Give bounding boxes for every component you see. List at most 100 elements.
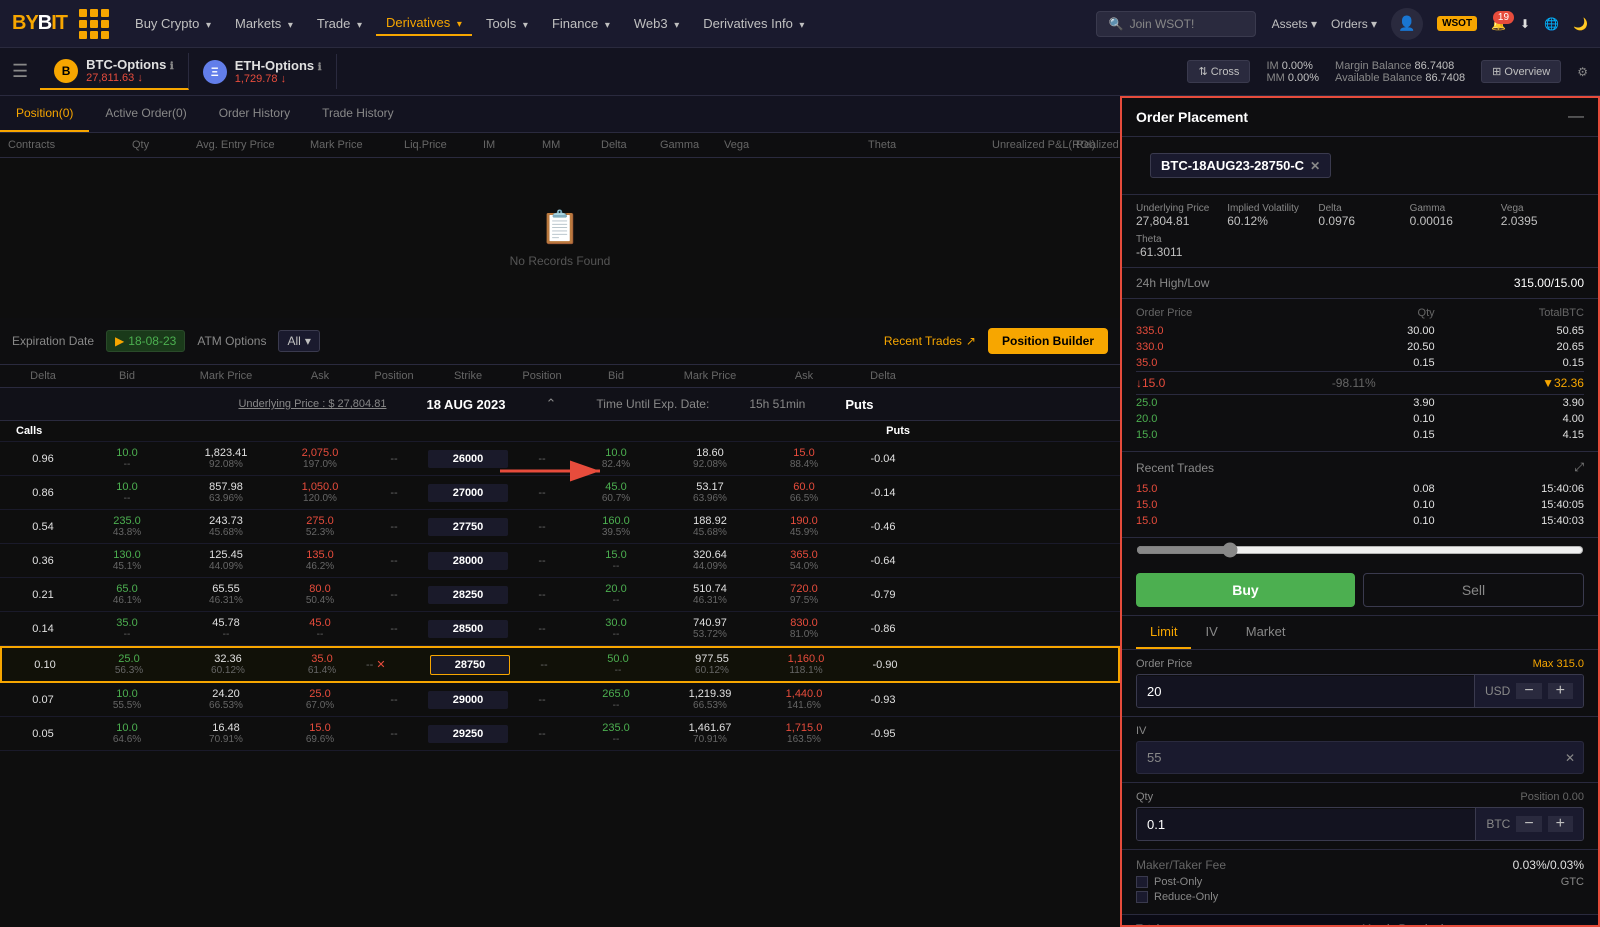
ob-pct: -98.11% bbox=[1332, 376, 1376, 390]
table-row[interactable]: 0.14 35.0-- 45.78-- 45.0-- -- 28500 -- 3… bbox=[0, 612, 1120, 646]
header-ask-calls: Ask bbox=[280, 370, 360, 382]
nav-derivatives-info[interactable]: Derivatives Info ▾ bbox=[693, 12, 814, 35]
download-icon[interactable]: ⬇ bbox=[1520, 17, 1530, 31]
nav-tools[interactable]: Tools ▾ bbox=[476, 12, 538, 35]
qty-decrement[interactable]: − bbox=[1516, 816, 1541, 832]
close-instrument-icon[interactable]: ✕ bbox=[1310, 159, 1320, 173]
order-panel-minimize[interactable]: — bbox=[1568, 108, 1584, 126]
header-markprice-calls: Mark Price bbox=[176, 370, 276, 382]
order-price-increment[interactable]: + bbox=[1548, 683, 1573, 699]
expiry-date-selector[interactable]: ▶ 18-08-23 bbox=[106, 330, 185, 352]
pos-c: -- bbox=[364, 589, 424, 601]
tab-position[interactable]: Position(0) bbox=[0, 96, 89, 132]
strike[interactable]: 28000 bbox=[428, 552, 508, 570]
expiry-banner: Underlying Price : $ 27,804.81 18 AUG 20… bbox=[0, 388, 1120, 421]
hamburger-icon[interactable]: ☰ bbox=[12, 61, 28, 82]
qty-input[interactable] bbox=[1137, 809, 1475, 840]
eth-options-name: ETH-Options ℹ bbox=[235, 58, 322, 73]
recent-trades-header: Recent Trades ⤢ bbox=[1136, 460, 1584, 475]
nav-markets[interactable]: Markets ▾ bbox=[225, 12, 303, 35]
nav-trade[interactable]: Trade ▾ bbox=[307, 12, 372, 35]
external-link-icon: ↗ bbox=[966, 334, 976, 348]
header-delta-calls: Delta bbox=[8, 370, 78, 382]
recent-trades-link[interactable]: Recent Trades ↗ bbox=[884, 334, 976, 348]
strike[interactable]: 27750 bbox=[428, 518, 508, 536]
strike-highlighted[interactable]: 28750 bbox=[430, 655, 510, 675]
tab-trade-history[interactable]: Trade History bbox=[306, 96, 410, 132]
logo: BYBIT bbox=[12, 12, 67, 35]
nav-orders[interactable]: Orders ▾ bbox=[1331, 17, 1377, 31]
strike[interactable]: 28500 bbox=[428, 620, 508, 638]
table-row[interactable]: 0.07 10.055.5% 24.2066.53% 25.067.0% -- … bbox=[0, 683, 1120, 717]
order-price-input[interactable] bbox=[1137, 676, 1474, 707]
buy-button[interactable]: Buy bbox=[1136, 573, 1355, 607]
col-realized-pl: Realized P&L bbox=[1076, 139, 1120, 151]
table-row[interactable]: 0.21 65.046.1% 65.5546.31% 80.050.4% -- … bbox=[0, 578, 1120, 612]
bid-c: 10.064.6% bbox=[82, 722, 172, 745]
iv-close-icon[interactable]: ✕ bbox=[1557, 743, 1583, 773]
underlying-price-value: $ 27,804.81 bbox=[328, 398, 386, 410]
expand-icon[interactable]: ⌃ bbox=[545, 396, 556, 412]
strike[interactable]: 27000 bbox=[428, 484, 508, 502]
reduce-only-checkbox[interactable] bbox=[1136, 891, 1148, 903]
strike[interactable]: 28250 bbox=[428, 586, 508, 604]
tab-order-history[interactable]: Order History bbox=[203, 96, 306, 132]
ob-price-up: ▼32.36 bbox=[1542, 376, 1584, 390]
eth-info-icon[interactable]: ℹ bbox=[318, 62, 322, 73]
price-slider[interactable] bbox=[1136, 542, 1584, 558]
recent-trades-expand-icon[interactable]: ⤢ bbox=[1574, 460, 1584, 475]
search-bar[interactable]: 🔍 Join WSOT! bbox=[1096, 11, 1256, 37]
post-only-checkbox[interactable] bbox=[1136, 876, 1148, 888]
nav-derivatives[interactable]: Derivatives ▾ bbox=[376, 11, 472, 36]
strike[interactable]: 26000 bbox=[428, 450, 508, 468]
table-row-highlighted[interactable]: 0.10 25.056.3% 32.3660.12% 35.061.4% -- … bbox=[0, 646, 1120, 683]
wsot-badge[interactable]: WSOT bbox=[1437, 16, 1477, 31]
sell-button[interactable]: Sell bbox=[1363, 573, 1584, 607]
rt-row-3: 15.0 0.10 15:40:03 bbox=[1136, 513, 1584, 529]
cancel-position-icon[interactable]: ✕ bbox=[376, 658, 385, 671]
strike[interactable]: 29250 bbox=[428, 725, 508, 743]
pos-c: -- bbox=[364, 694, 424, 706]
nav-buy-crypto[interactable]: Buy Crypto ▾ bbox=[125, 12, 221, 35]
nav-assets[interactable]: Assets ▾ bbox=[1272, 17, 1317, 31]
nav-dots-icon[interactable] bbox=[79, 9, 109, 39]
ob-row-1: 335.0 30.00 50.65 bbox=[1136, 323, 1584, 339]
iv-input[interactable] bbox=[1137, 742, 1557, 773]
theme-toggle[interactable]: 🌙 bbox=[1573, 17, 1588, 31]
settings-icon[interactable]: ⚙ bbox=[1577, 65, 1588, 79]
order-type-iv[interactable]: IV bbox=[1191, 616, 1231, 649]
order-type-market[interactable]: Market bbox=[1232, 616, 1300, 649]
table-row[interactable]: 0.36 130.045.1% 125.4544.09% 135.046.2% … bbox=[0, 544, 1120, 578]
rt-time-2: 15:40:05 bbox=[1435, 499, 1584, 511]
ask-c: 135.046.2% bbox=[280, 549, 360, 572]
tab-active-order[interactable]: Active Order(0) bbox=[89, 96, 202, 132]
col-avg-entry: Avg. Entry Price bbox=[196, 139, 306, 151]
order-price-decrement[interactable]: − bbox=[1516, 683, 1541, 699]
table-row[interactable]: 0.05 10.064.6% 16.4870.91% 15.069.6% -- … bbox=[0, 717, 1120, 751]
atm-options-select[interactable]: All ▾ bbox=[278, 330, 319, 352]
ask-p: 365.054.0% bbox=[764, 549, 844, 572]
col-unrealized-pl: Unrealized P&L(ROI) bbox=[992, 139, 1072, 151]
strike[interactable]: 29000 bbox=[428, 691, 508, 709]
nav-finance[interactable]: Finance ▾ bbox=[542, 12, 620, 35]
order-type-tabs: Limit IV Market bbox=[1122, 616, 1598, 650]
delta-c: 0.14 bbox=[8, 623, 78, 635]
globe-icon[interactable]: 🌐 bbox=[1544, 17, 1559, 31]
position-builder-button[interactable]: Position Builder bbox=[988, 328, 1108, 354]
qty-increment[interactable]: + bbox=[1548, 816, 1573, 832]
eth-options-ticker[interactable]: Ξ ETH-Options ℹ 1,729.78 ↓ bbox=[189, 54, 337, 89]
cross-button[interactable]: ⇅ Cross bbox=[1187, 60, 1250, 83]
underlying-price-label: Underlying Price : $ 27,804.81 bbox=[238, 398, 386, 410]
mark-c: 1,823.4192.08% bbox=[176, 447, 276, 470]
btc-options-ticker[interactable]: B BTC-Options ℹ 27,811.63 ↓ bbox=[40, 53, 189, 90]
order-type-limit[interactable]: Limit bbox=[1136, 616, 1191, 649]
overview-button[interactable]: ⊞ Overview bbox=[1481, 60, 1561, 83]
table-row[interactable]: 0.54 235.043.8% 243.7345.68% 275.052.3% … bbox=[0, 510, 1120, 544]
col-liq-price: Liq.Price bbox=[404, 139, 479, 151]
ob-price-down: ↓15.0 bbox=[1136, 376, 1165, 390]
notifications-icon[interactable]: 🔔 19 bbox=[1491, 17, 1506, 31]
btc-info-icon[interactable]: ℹ bbox=[170, 61, 174, 72]
user-avatar[interactable]: 👤 bbox=[1391, 8, 1423, 40]
nav-web3[interactable]: Web3 ▾ bbox=[624, 12, 689, 35]
delta-p: -0.95 bbox=[848, 728, 918, 740]
